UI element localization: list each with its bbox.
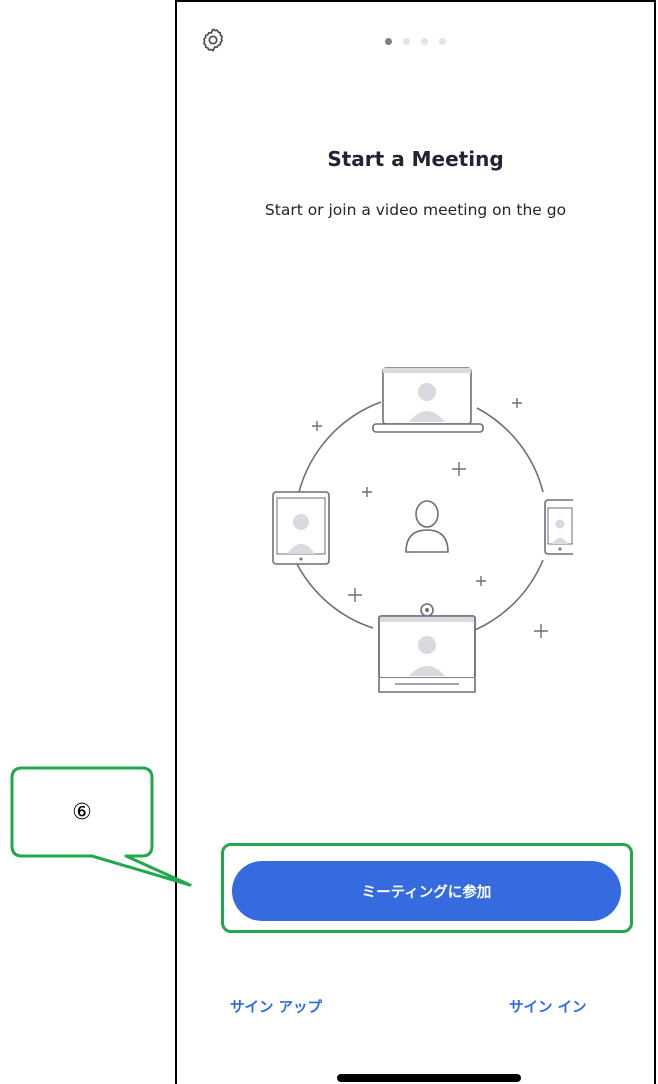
sign-in-link[interactable]: サイン イン bbox=[509, 996, 587, 1017]
video-meeting-illustration bbox=[272, 367, 573, 693]
screenshot-canvas: Start a Meeting Start or join a video me… bbox=[0, 0, 658, 1084]
page-subtitle: Start or join a video meeting on the go bbox=[264, 201, 567, 219]
page-dot-active bbox=[385, 38, 392, 45]
laptop-icon bbox=[372, 367, 484, 433]
page-indicator bbox=[177, 38, 654, 45]
sign-up-link[interactable]: サイン アップ bbox=[230, 996, 322, 1017]
home-indicator bbox=[337, 1074, 521, 1082]
annotation-highlight-box bbox=[221, 843, 633, 933]
smartphone-icon bbox=[544, 499, 573, 555]
page-dot bbox=[439, 38, 446, 45]
annotation-callout-number: ⑥ bbox=[72, 799, 92, 825]
conference-room-display-icon bbox=[378, 603, 476, 693]
page-dot bbox=[403, 38, 410, 45]
page-title: Start a Meeting bbox=[327, 147, 504, 171]
page-dot bbox=[421, 38, 428, 45]
person-icon bbox=[405, 500, 449, 553]
tablet-icon bbox=[272, 491, 330, 565]
